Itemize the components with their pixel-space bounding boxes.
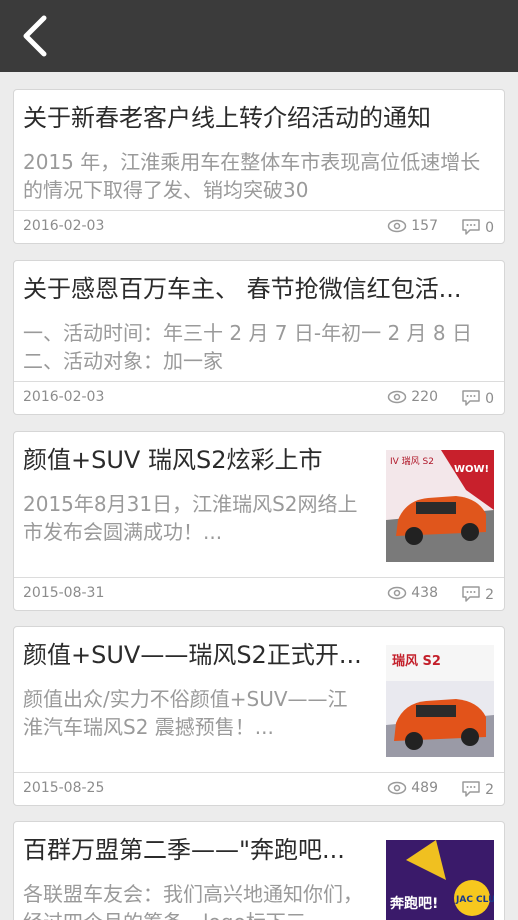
eye-icon xyxy=(388,781,407,795)
article-thumbnail: IV 瑞风 S2 WOW! xyxy=(386,450,494,562)
comment-icon xyxy=(462,390,480,406)
event-image-icon: 奔跑吧! JAC CLUB xyxy=(386,840,494,920)
view-count-value: 438 xyxy=(411,585,438,601)
comment-count: 0 xyxy=(461,389,494,407)
article-date: 2016-02-03 xyxy=(23,389,105,405)
article-summary: 各联盟车友会：我们高兴地通知你们，经过四个月的筹备，logo标下三 xyxy=(23,882,363,920)
article-card[interactable]: 关于感恩百万车主、 春节抢微信红包活... 一、活动时间：年三十 2 月 7 日… xyxy=(13,260,505,415)
comment-icon xyxy=(462,586,480,602)
article-card[interactable]: 颜值+SUV 瑞风S2炫彩上市 2015年8月31日，江淮瑞风S2网络上市发布会… xyxy=(13,431,505,611)
article-title: 关于新春老客户线上转介绍活动的通知 xyxy=(23,104,431,132)
article-card[interactable]: 百群万盟第二季——"奔跑吧... 各联盟车友会：我们高兴地通知你们，经过四个月的… xyxy=(13,821,505,920)
car-image-icon: IV 瑞风 S2 WOW! xyxy=(386,450,494,562)
article-footer: 2015-08-31 438 2 xyxy=(14,577,504,610)
article-thumbnail: 奔跑吧! JAC CLUB xyxy=(386,840,494,920)
comment-icon xyxy=(462,781,480,797)
comment-count: 0 xyxy=(461,218,494,236)
app-header xyxy=(0,0,518,72)
view-count: 157 xyxy=(387,218,438,234)
article-summary: 颜值出众/实力不俗颜值+SUV——江淮汽车瑞风S2 震撼预售！... xyxy=(23,687,348,739)
article-card[interactable]: 关于新春老客户线上转介绍活动的通知 2015 年，江淮乘用车在整体车市表现高位低… xyxy=(13,89,505,244)
thumb-text: 奔跑吧! xyxy=(389,895,438,912)
view-count: 438 xyxy=(387,585,438,601)
view-count-value: 489 xyxy=(411,780,438,796)
view-count-value: 157 xyxy=(411,218,438,234)
article-date: 2016-02-03 xyxy=(23,218,105,234)
article-thumbnail: 瑞风 S2 xyxy=(386,645,494,757)
eye-icon xyxy=(388,586,407,600)
article-title: 百群万盟第二季——"奔跑吧... xyxy=(23,836,345,864)
article-summary: 一、活动时间：年三十 2 月 7 日-年初一 2 月 8 日二、活动对象：加一家 xyxy=(23,321,472,373)
thumb-text: IV 瑞风 S2 xyxy=(390,455,434,467)
article-title: 颜值+SUV——瑞风S2正式开... xyxy=(23,641,362,669)
thumb-text: 瑞风 S2 xyxy=(392,653,441,669)
article-date: 2015-08-25 xyxy=(23,780,105,796)
thumb-text: WOW! xyxy=(454,464,489,475)
back-button[interactable] xyxy=(14,12,62,60)
eye-icon xyxy=(388,390,407,404)
article-title: 颜值+SUV 瑞风S2炫彩上市 xyxy=(23,446,323,474)
comment-count-value: 0 xyxy=(485,391,494,407)
view-count: 489 xyxy=(387,780,438,796)
comment-icon xyxy=(462,219,480,235)
comment-count-value: 2 xyxy=(485,587,494,603)
article-date: 2015-08-31 xyxy=(23,585,105,601)
article-footer: 2016-02-03 157 0 xyxy=(14,210,504,243)
eye-icon xyxy=(388,219,407,233)
article-footer: 2015-08-25 489 2 xyxy=(14,772,504,805)
article-card[interactable]: 颜值+SUV——瑞风S2正式开... 颜值出众/实力不俗颜值+SUV——江淮汽车… xyxy=(13,626,505,806)
comment-count: 2 xyxy=(461,585,494,603)
car-image-icon: 瑞风 S2 xyxy=(386,645,494,757)
comment-count-value: 2 xyxy=(485,782,494,798)
article-summary: 2015年8月31日，江淮瑞风S2网络上市发布会圆满成功！... xyxy=(23,492,358,544)
view-count-value: 220 xyxy=(411,389,438,405)
chevron-left-icon xyxy=(23,15,47,57)
article-footer: 2016-02-03 220 0 xyxy=(14,381,504,414)
article-summary: 2015 年，江淮乘用车在整体车市表现高位低速增长的情况下取得了发、销均突破30 xyxy=(23,150,481,202)
view-count: 220 xyxy=(387,389,438,405)
article-title: 关于感恩百万车主、 春节抢微信红包活... xyxy=(23,275,462,303)
thumb-text: JAC CLUB xyxy=(455,895,494,905)
comment-count: 2 xyxy=(461,780,494,798)
comment-count-value: 0 xyxy=(485,220,494,236)
